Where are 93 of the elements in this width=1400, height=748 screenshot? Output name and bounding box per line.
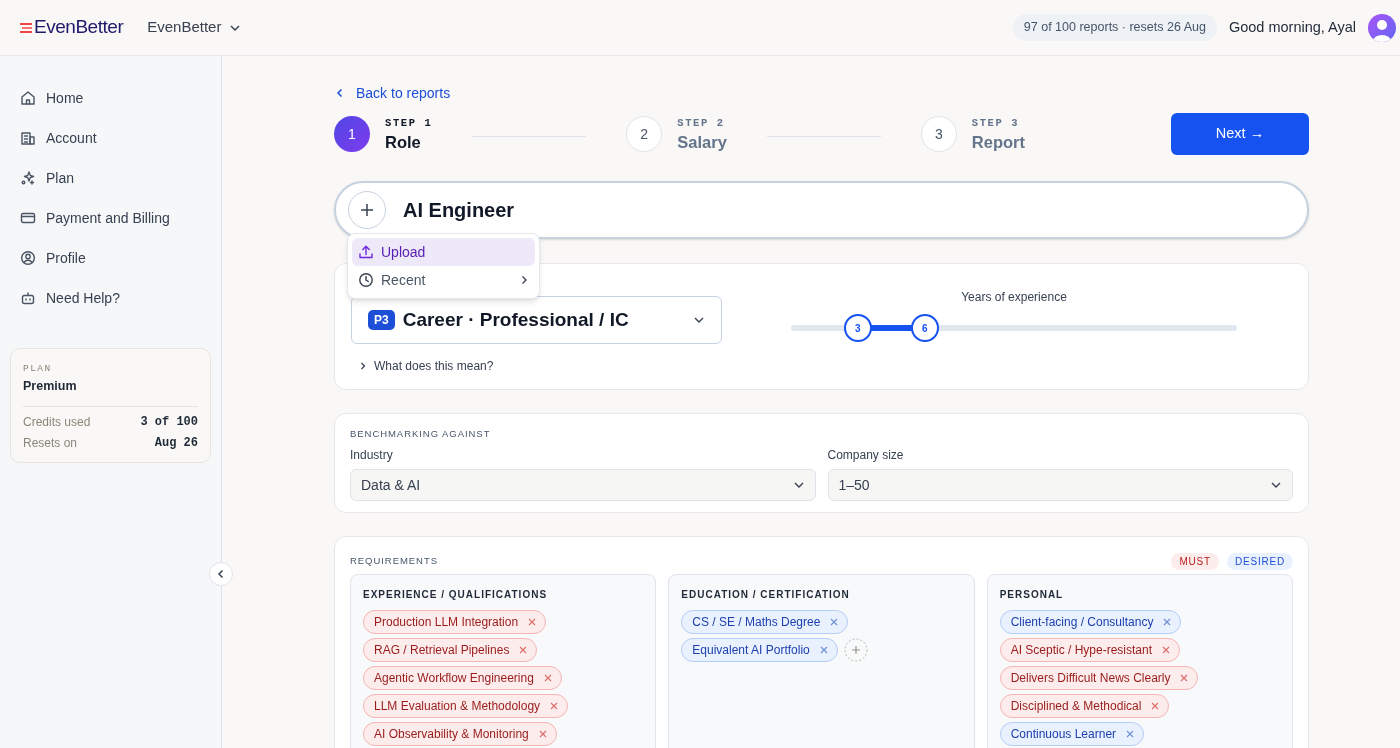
requirement-tag[interactable]: AI Sceptic / Hype-resistant — [999, 638, 1181, 662]
level-select[interactable]: P3 Career · Professional / IC — [351, 296, 722, 344]
greeting-text: Good morning, Ayal — [1228, 17, 1356, 37]
legend-badge: MUST — [1171, 552, 1219, 570]
requirement-tag[interactable]: Disciplined & Methodical — [999, 694, 1170, 718]
credit-card-icon — [20, 210, 36, 226]
workspace-switcher[interactable]: EvenBetter — [147, 16, 242, 39]
step-label: Salary — [677, 131, 727, 152]
legend-badge: DESIRED — [1226, 552, 1293, 570]
avatar-icon[interactable] — [1368, 13, 1396, 42]
sidebar-item[interactable]: Payment and Billing — [10, 198, 211, 238]
column-title: EDUCATION / CERTIFICATION — [681, 588, 851, 602]
plan-row-label: Credits used — [23, 414, 91, 431]
level-badge: P3 — [368, 310, 395, 330]
close-icon[interactable] — [538, 730, 547, 738]
step-number: 1 — [334, 116, 370, 152]
sidebar-item[interactable]: Account — [10, 118, 211, 158]
add-tag-icon[interactable] — [843, 638, 868, 662]
plan-name: Premium — [23, 378, 78, 396]
upload-icon — [358, 244, 374, 260]
requirement-tag[interactable]: Client-facing / Consultancy — [999, 610, 1182, 634]
select-field[interactable]: Data & AI — [350, 469, 816, 502]
robot-icon — [20, 290, 36, 306]
requirement-tag[interactable]: Continuous Learner — [999, 722, 1145, 746]
close-icon[interactable] — [1162, 646, 1171, 654]
requirement-tag[interactable]: CS / SE / Maths Degree — [681, 610, 849, 634]
column-title: EXPERIENCE / QUALIFICATIONS — [363, 588, 549, 602]
role-value: AI Engineer — [403, 198, 515, 223]
chevron-left-icon — [216, 569, 226, 579]
step-number: 2 — [626, 116, 663, 152]
requirement-tag[interactable]: Agentic Workflow Engineering — [363, 666, 562, 690]
role-field[interactable]: AI Engineer — [334, 181, 1309, 239]
next-button[interactable]: Next → — [1171, 113, 1309, 155]
requirement-tag[interactable]: LLM Evaluation & Methodology — [363, 694, 569, 718]
slider-thumb[interactable]: 3 — [843, 314, 872, 342]
close-icon[interactable] — [528, 618, 537, 626]
quota-badge: 97 of 100 reports · resets 26 Aug — [1012, 14, 1217, 41]
slider-thumb[interactable]: 6 — [910, 314, 939, 342]
column-title: PERSONAL — [999, 588, 1065, 602]
menu-item[interactable]: Upload — [352, 238, 535, 266]
step-tab[interactable]: 3 STEP 3 Report — [920, 116, 1025, 152]
menu-item[interactable]: Recent — [352, 266, 535, 294]
user-icon — [20, 250, 36, 266]
step-tab[interactable]: 1 STEP 1 Role — [334, 116, 433, 152]
close-icon[interactable] — [1163, 618, 1172, 626]
requirement-tag[interactable]: AI Observability & Monitoring — [363, 722, 557, 746]
close-icon[interactable] — [519, 646, 528, 654]
chevron-right-icon — [359, 362, 367, 370]
level-value: Career · Professional / IC — [402, 307, 629, 332]
experience-slider[interactable]: 3 6 — [777, 314, 1251, 342]
requirement-tag[interactable]: RAG / Retrieval Pipelines — [363, 638, 538, 662]
field-label: Company size — [827, 447, 905, 465]
section-title: REQUIREMENTS — [350, 553, 438, 568]
plus-icon — [360, 203, 374, 217]
logo-icon — [20, 21, 32, 34]
back-link[interactable]: Back to reports — [336, 82, 451, 104]
requirement-tag[interactable]: Delivers Difficult News Clearly — [999, 666, 1199, 690]
building-icon — [20, 130, 36, 146]
select-field[interactable]: 1–50 — [827, 469, 1293, 502]
close-icon[interactable] — [1151, 702, 1160, 710]
step-label: Report — [971, 131, 1025, 152]
requirement-tag[interactable]: Equivalent AI Portfolio — [681, 638, 838, 662]
close-icon[interactable] — [1180, 674, 1189, 682]
plan-row-label: Resets on — [23, 435, 78, 452]
chevron-left-icon — [336, 88, 344, 98]
sidebar-item[interactable]: Plan — [10, 158, 211, 198]
close-icon[interactable] — [819, 646, 828, 654]
sidebar-item[interactable]: Profile — [10, 238, 211, 278]
requirement-tag[interactable]: Production LLM Integration — [363, 610, 547, 634]
plan-row-value: 3 of 100 — [140, 414, 198, 431]
home-icon — [20, 90, 36, 106]
close-icon[interactable] — [830, 618, 839, 626]
brand-logo[interactable]: EvenBetter — [34, 13, 124, 42]
collapse-sidebar-button[interactable] — [209, 562, 233, 586]
sidebar-item[interactable]: Home — [10, 78, 211, 118]
step-tab[interactable]: 2 STEP 2 Salary — [626, 116, 727, 152]
field-label: Industry — [350, 447, 394, 465]
help-toggle[interactable]: What does this mean? — [359, 357, 494, 375]
sparkle-icon — [20, 170, 36, 186]
clock-icon — [358, 272, 374, 288]
close-icon[interactable] — [1126, 730, 1135, 738]
section-title: BENCHMARKING AGAINST — [350, 427, 492, 441]
plan-caption: PLAN — [23, 362, 53, 376]
step-caption: STEP 1 — [385, 116, 433, 132]
plan-row-value: Aug 26 — [154, 435, 198, 452]
step-caption: STEP 3 — [971, 116, 1021, 132]
experience-label: Years of experience — [961, 289, 1067, 306]
close-icon[interactable] — [550, 702, 559, 710]
sidebar-item[interactable]: Need Help? — [10, 278, 211, 318]
step-caption: STEP 2 — [677, 116, 726, 132]
step-label: Role — [385, 131, 422, 152]
step-number: 3 — [920, 116, 957, 152]
close-icon[interactable] — [543, 674, 552, 682]
